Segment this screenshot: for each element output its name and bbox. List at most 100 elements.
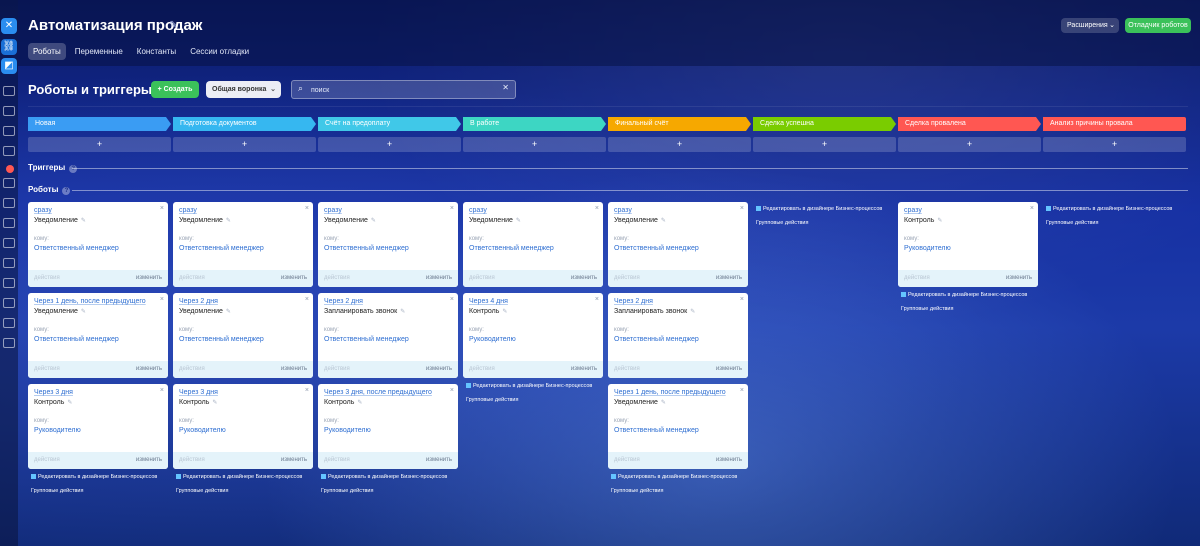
clear-search-icon[interactable]: ✕ [502,83,509,92]
robot-delay-link[interactable]: Через 3 дня, после предыдущего [324,389,432,396]
edit-button[interactable]: изменить [136,275,162,281]
add-trigger-button[interactable]: + [608,137,751,152]
group-actions-link[interactable]: Групповые действия [466,397,518,403]
stage-5[interactable]: Сделка успешна [753,117,896,131]
pencil-icon[interactable]: ✎ [81,218,86,224]
add-trigger-button[interactable]: + [898,137,1041,152]
recipient-value[interactable]: Ответственный менеджер [179,245,264,252]
group-actions-link[interactable]: Групповые действия [756,220,808,226]
robot-debugger-button[interactable]: Отладчик роботов [1125,18,1191,33]
edit-title-pencil-icon[interactable]: ✎ [169,20,177,31]
pencil-icon[interactable]: ✎ [516,218,521,224]
stage-3[interactable]: В работе [463,117,606,131]
recipient-value[interactable]: Ответственный менеджер [324,245,409,252]
group-actions-link[interactable]: Групповые действия [176,488,228,494]
recipient-value[interactable]: Ответственный менеджер [324,336,409,343]
menu-icon-3[interactable] [3,126,15,136]
edit-in-bp-designer-link[interactable]: Редактировать в дизайнере Бизнес-процесс… [466,383,592,389]
edit-button[interactable]: изменить [281,366,307,372]
stage-0[interactable]: Новая [28,117,171,131]
recipient-value[interactable]: Руководителю [469,336,516,343]
edit-button[interactable]: изменить [281,457,307,463]
robot-card[interactable]: × Через 2 дня Уведомление ✎ кому: Ответственн… [173,293,313,378]
group-actions-link[interactable]: Групповые действия [321,488,373,494]
close-icon[interactable]: × [450,387,454,394]
robot-delay-link[interactable]: сразу [904,207,922,214]
recipient-value[interactable]: Ответственный менеджер [179,336,264,343]
stage-4[interactable]: Финальный счёт [608,117,751,131]
robot-card[interactable]: × Через 2 дня Запланировать звонок ✎ кому: От… [318,293,458,378]
menu-icon-6[interactable] [3,198,15,208]
pencil-icon[interactable]: ✎ [67,400,72,406]
robot-delay-link[interactable]: сразу [614,207,632,214]
robot-card[interactable]: × Через 3 дня, после предыдущего Контроль ✎… [318,384,458,469]
help-icon[interactable]: ? [69,165,78,173]
add-trigger-button[interactable]: + [463,137,606,152]
close-icon[interactable]: × [740,387,744,394]
pencil-icon[interactable]: ✎ [661,218,666,224]
tab-robots[interactable]: Роботы [28,43,66,60]
edit-in-bp-designer-link[interactable]: Редактировать в дизайнере Бизнес-процесс… [901,292,1027,298]
group-actions-link[interactable]: Групповые действия [31,488,83,494]
robot-delay-link[interactable]: Через 2 дня [324,298,363,305]
edit-in-bp-designer-link[interactable]: Редактировать в дизайнере Бизнес-процесс… [756,206,882,212]
group-actions-link[interactable]: Групповые действия [611,488,663,494]
create-button[interactable]: + Создать [151,81,199,98]
funnel-selector[interactable]: Общая воронка ⌄ [206,81,281,98]
pencil-icon[interactable]: ✎ [357,400,362,406]
menu-icon-7[interactable] [3,218,15,228]
robot-card[interactable]: × сразу Уведомление ✎ кому: Ответственный мен… [28,202,168,287]
robot-card[interactable]: × Через 3 дня Контроль ✎ кому: Руководителю де… [173,384,313,469]
edit-button[interactable]: изменить [136,366,162,372]
robot-delay-link[interactable]: сразу [179,207,197,214]
stage-7[interactable]: Анализ причины провала [1043,117,1186,131]
add-trigger-button[interactable]: + [173,137,316,152]
close-icon[interactable]: × [740,205,744,212]
robot-card[interactable]: × сразу Уведомление ✎ кому: Ответственный мен… [608,202,748,287]
edit-button[interactable]: изменить [426,275,452,281]
pencil-icon[interactable]: ✎ [212,400,217,406]
robot-delay-link[interactable]: Через 3 дня [179,389,218,396]
menu-icon-8[interactable] [3,238,15,248]
tab-debug-sessions[interactable]: Сессии отладки [185,43,254,60]
robot-card[interactable]: × сразу Уведомление ✎ кому: Ответственный мен… [318,202,458,287]
search-input[interactable] [311,84,491,96]
close-icon[interactable]: × [160,387,164,394]
tab-variables[interactable]: Переменные [70,43,128,60]
menu-icon-5[interactable] [3,178,15,188]
edit-in-bp-designer-link[interactable]: Редактировать в дизайнере Бизнес-процесс… [31,474,157,480]
edit-button[interactable]: изменить [1006,275,1032,281]
robot-delay-link[interactable]: Через 2 дня [614,298,653,305]
edit-button[interactable]: изменить [426,366,452,372]
pencil-icon[interactable]: ✎ [690,309,695,315]
menu-icon-13[interactable] [3,338,15,348]
group-actions-link[interactable]: Групповые действия [901,306,953,312]
pencil-icon[interactable]: ✎ [400,309,405,315]
robot-card[interactable]: × сразу Уведомление ✎ кому: Ответственный мен… [463,202,603,287]
recipient-value[interactable]: Руководителю [324,427,371,434]
add-trigger-button[interactable]: + [318,137,461,152]
close-icon[interactable]: × [305,387,309,394]
close-icon[interactable]: × [160,205,164,212]
close-icon[interactable]: × [450,296,454,303]
edit-button[interactable]: изменить [716,275,742,281]
edit-in-bp-designer-link[interactable]: Редактировать в дизайнере Бизнес-процесс… [176,474,302,480]
menu-icon-4[interactable] [3,146,15,156]
close-icon[interactable]: × [450,205,454,212]
add-trigger-button[interactable]: + [753,137,896,152]
stage-2[interactable]: Счёт на предоплату [318,117,461,131]
robot-card[interactable]: × Через 1 день, после предыдущего Уведомле… [28,293,168,378]
panel-icon[interactable]: ◩ [1,58,17,74]
recipient-value[interactable]: Ответственный менеджер [614,245,699,252]
robot-delay-link[interactable]: Через 2 дня [179,298,218,305]
menu-icon-2[interactable] [3,106,15,116]
add-trigger-button[interactable]: + [28,137,171,152]
menu-icon-12[interactable] [3,318,15,328]
recipient-value[interactable]: Ответственный менеджер [614,336,699,343]
robot-card[interactable]: × Через 3 дня Контроль ✎ кому: Руководителю де… [28,384,168,469]
recipient-value[interactable]: Ответственный менеджер [34,336,119,343]
pencil-icon[interactable]: ✎ [502,309,507,315]
edit-button[interactable]: изменить [716,366,742,372]
robot-delay-link[interactable]: Через 1 день, после предыдущего [614,389,726,396]
tab-constants[interactable]: Константы [132,43,181,60]
